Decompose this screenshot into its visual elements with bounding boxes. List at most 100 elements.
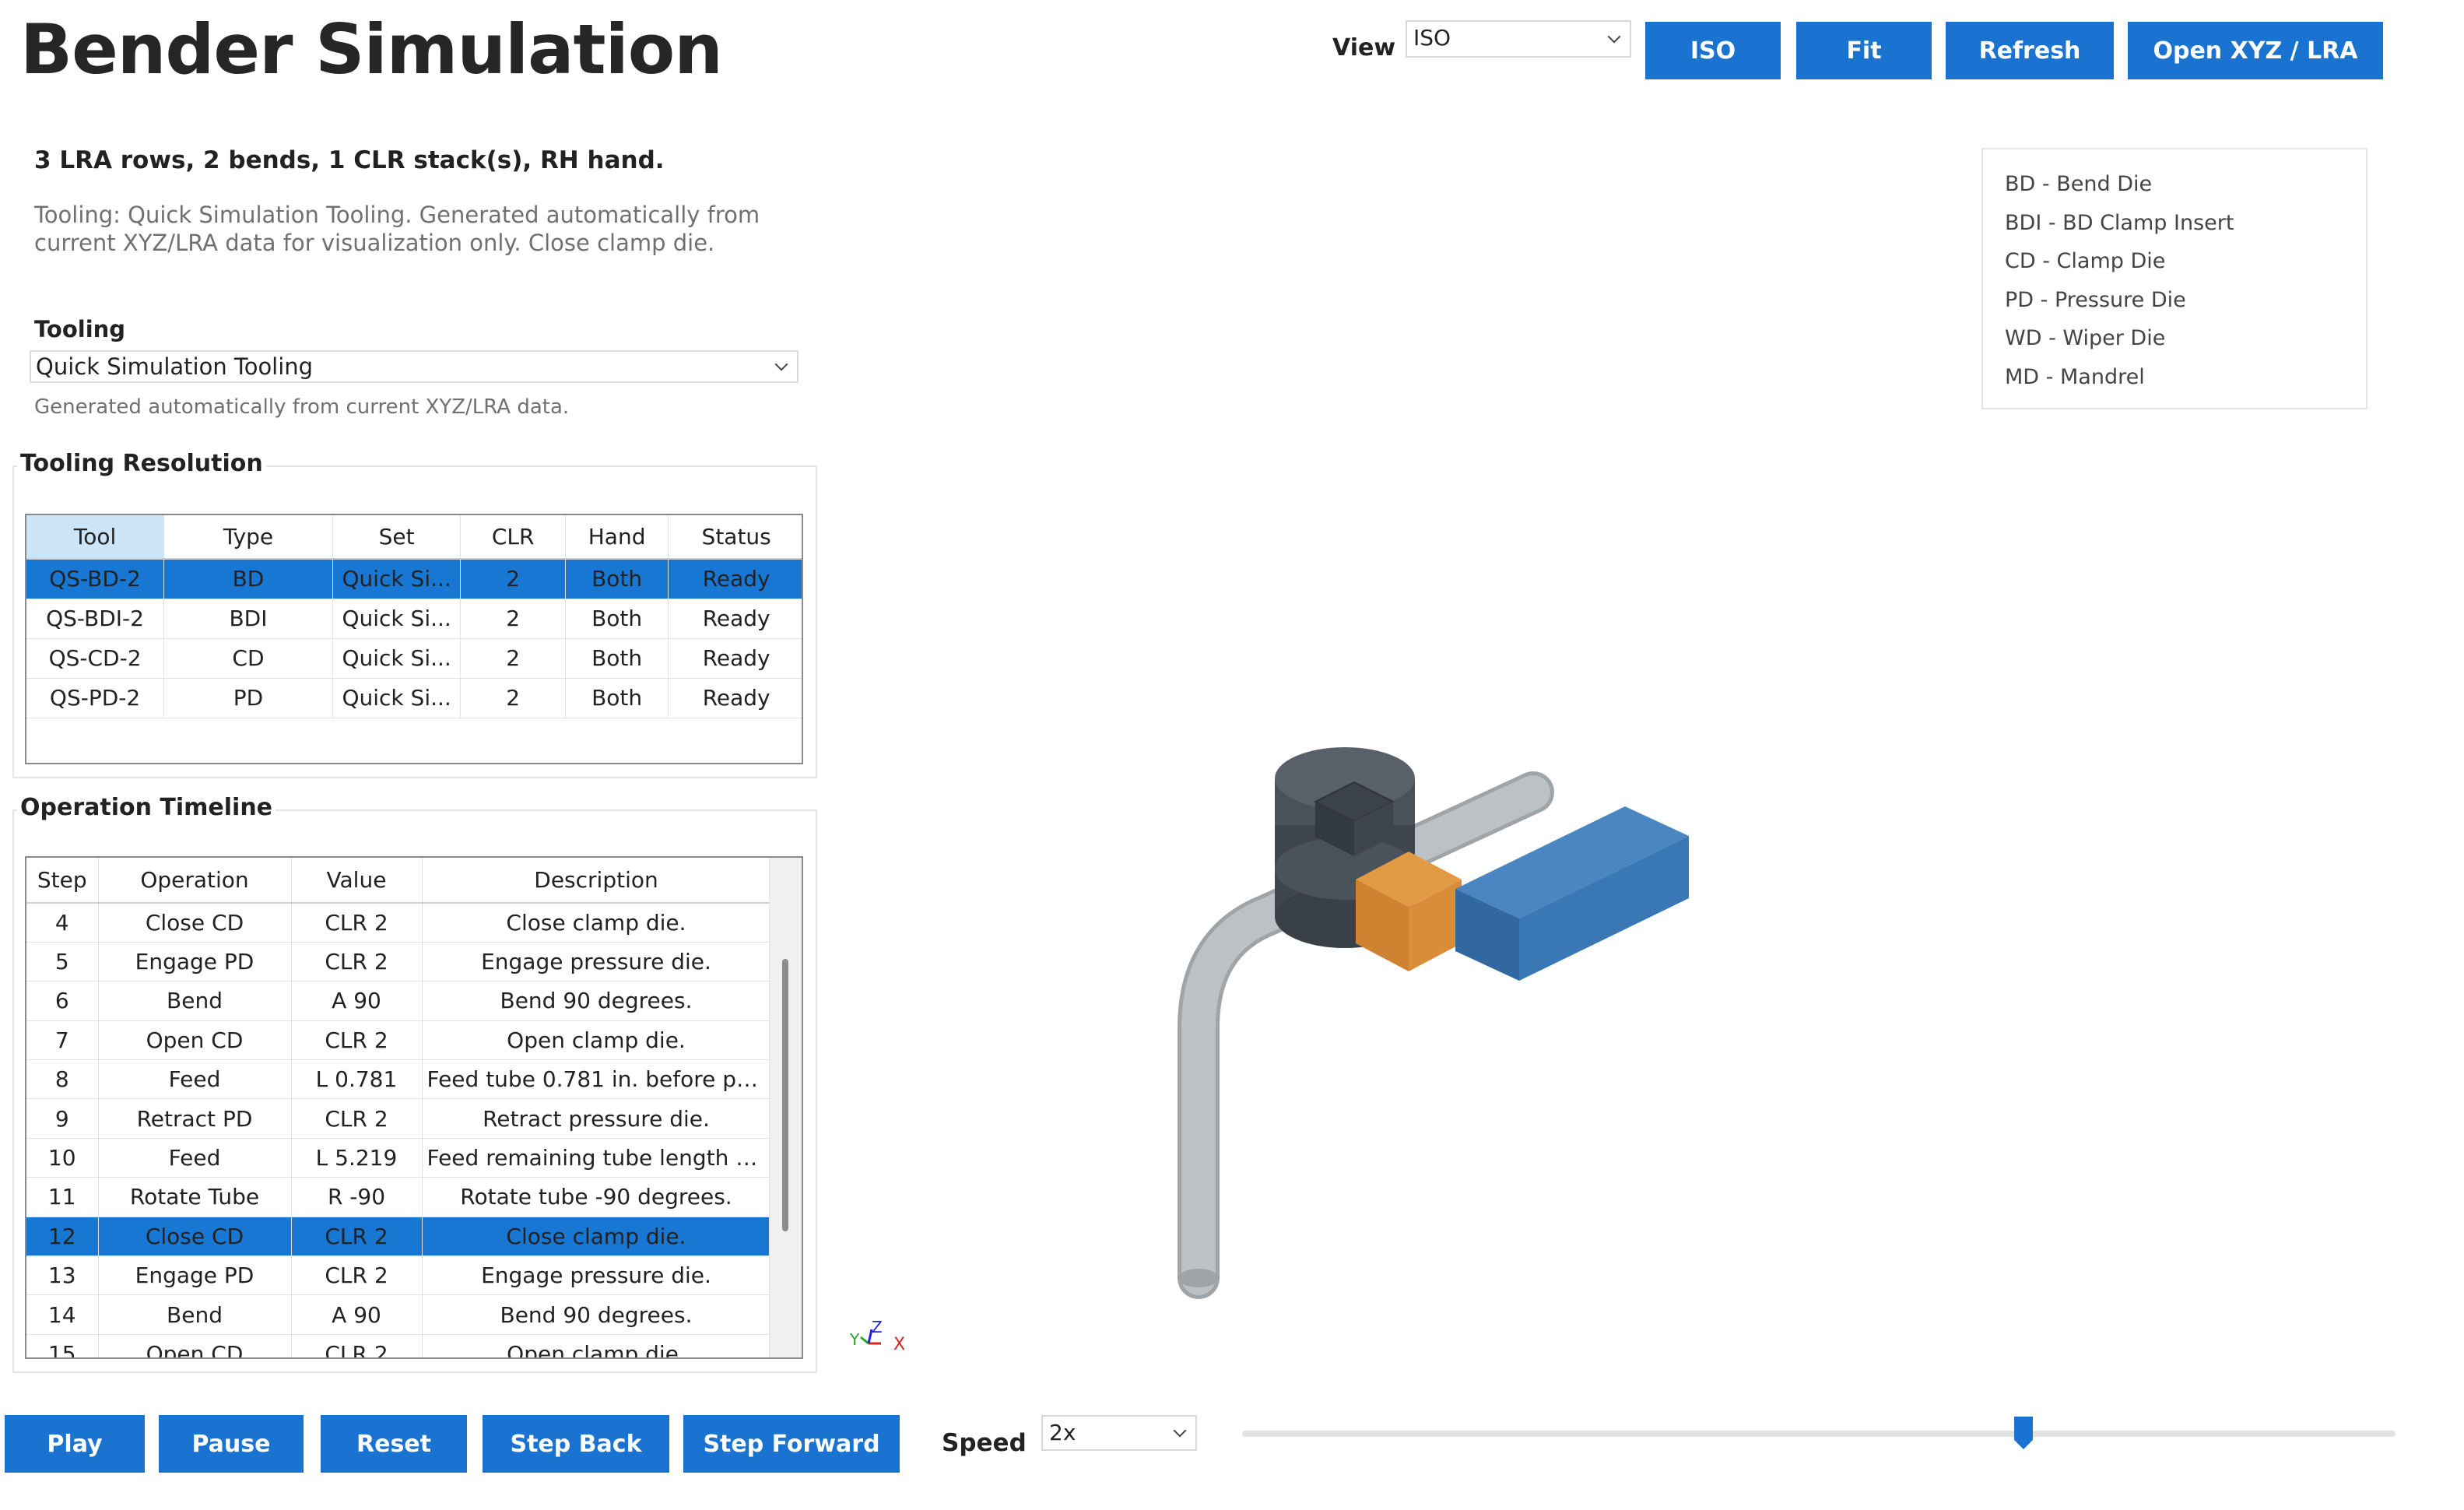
table-row[interactable]: 9 Retract PD CLR 2 Retract pressure die.	[26, 1098, 771, 1139]
table-cell: A 90	[291, 981, 423, 1021]
table-row[interactable]: QS-BD-2 BD Quick Si... 2 Both Ready	[26, 559, 802, 599]
column-header-operation[interactable]: Operation	[98, 858, 292, 904]
table-cell: Engage pressure die.	[422, 1255, 771, 1296]
table-row[interactable]: 15 Open CD CLR 2 Open clamp die.	[26, 1334, 771, 1357]
table-cell: BDI	[163, 599, 333, 639]
table-row[interactable]: 10 Feed L 5.219 Feed remaining tube length …	[26, 1138, 771, 1178]
column-header-value[interactable]: Value	[291, 858, 423, 904]
axis-triad: Y Z X	[849, 1318, 905, 1354]
reset-button[interactable]: Reset	[321, 1415, 467, 1473]
iso-button[interactable]: ISO	[1645, 22, 1781, 79]
table-cell: CLR 2	[291, 942, 423, 982]
table-row[interactable]: 4 Close CD CLR 2 Close clamp die.	[26, 903, 771, 943]
table-cell: Engage PD	[98, 942, 292, 982]
table-cell: 8	[26, 1059, 99, 1100]
table-cell: Close clamp die.	[422, 1217, 771, 1257]
table-row[interactable]: 11 Rotate Tube R -90 Rotate tube -90 degree…	[26, 1177, 771, 1217]
chevron-down-icon	[774, 357, 788, 371]
tooling-select[interactable]: Quick Simulation Tooling	[30, 350, 799, 383]
table-cell: CLR 2	[291, 1020, 423, 1061]
table-cell: Quick Si...	[332, 638, 462, 679]
column-header-description[interactable]: Description	[422, 858, 771, 904]
table-cell: BD	[163, 559, 333, 599]
view-select-value: ISO	[1413, 25, 1451, 51]
table-cell: L 0.781	[291, 1059, 423, 1100]
table-row[interactable]: QS-PD-2 PD Quick Si... 2 Both Ready	[26, 678, 802, 718]
speed-select[interactable]: 2x	[1041, 1415, 1197, 1451]
pause-button[interactable]: Pause	[159, 1415, 304, 1473]
operation-timeline-title: Operation Timeline	[17, 794, 276, 821]
table-row[interactable]: QS-CD-2 CD Quick Si... 2 Both Ready	[26, 638, 802, 679]
tooling-note: Generated automatically from current XYZ…	[34, 395, 570, 419]
table-cell: 15	[26, 1334, 99, 1357]
table-cell: Ready	[668, 559, 802, 599]
timeline-slider-thumb[interactable]	[2013, 1415, 2034, 1451]
column-header-type[interactable]: Type	[163, 515, 333, 560]
axis-z-label: Z	[872, 1318, 883, 1336]
tooling-label: Tooling	[34, 316, 126, 342]
speed-select-value: 2x	[1049, 1420, 1076, 1445]
view-select[interactable]: ISO	[1406, 20, 1631, 58]
column-header-hand[interactable]: Hand	[565, 515, 669, 560]
view-label: View	[1332, 34, 1396, 61]
table-cell: 2	[460, 559, 566, 599]
table-cell: R -90	[291, 1177, 423, 1217]
table-cell: Quick Si...	[332, 559, 462, 599]
table-row[interactable]: 12 Close CD CLR 2 Close clamp die.	[26, 1217, 771, 1257]
tool-legend: BD - Bend Die BDI - BD Clamp Insert CD -…	[1981, 148, 2367, 409]
table-cell: Both	[565, 638, 669, 679]
legend-item: MD - Mandrel	[2005, 364, 2145, 389]
step-back-button[interactable]: Step Back	[483, 1415, 669, 1473]
table-row[interactable]: QS-BDI-2 BDI Quick Si... 2 Both Ready	[26, 599, 802, 639]
column-header-clr[interactable]: CLR	[460, 515, 566, 560]
table-row[interactable]: 13 Engage PD CLR 2 Engage pressure die.	[26, 1255, 771, 1296]
fit-button[interactable]: Fit	[1796, 22, 1932, 79]
table-cell: Ready	[668, 599, 802, 639]
play-button[interactable]: Play	[5, 1415, 145, 1473]
table-row[interactable]: 5 Engage PD CLR 2 Engage pressure die.	[26, 942, 771, 982]
table-cell: Ready	[668, 638, 802, 679]
column-header-step[interactable]: Step	[26, 858, 99, 904]
table-row[interactable]: 14 Bend A 90 Bend 90 degrees.	[26, 1294, 771, 1335]
table-row[interactable]: 6 Bend A 90 Bend 90 degrees.	[26, 981, 771, 1021]
table-cell: 14	[26, 1294, 99, 1335]
table-cell: CLR 2	[291, 903, 423, 943]
table-cell: 9	[26, 1098, 99, 1139]
table-row[interactable]: 8 Feed L 0.781 Feed tube 0.781 in. before p…	[26, 1059, 771, 1100]
step-forward-button[interactable]: Step Forward	[683, 1415, 900, 1473]
timeline-slider-track[interactable]	[1242, 1431, 2396, 1437]
table-cell: Quick Si...	[332, 678, 462, 718]
table-cell: 2	[460, 678, 566, 718]
column-header-status[interactable]: Status	[668, 515, 802, 560]
summary-headline: 3 LRA rows, 2 bends, 1 CLR stack(s), RH …	[34, 146, 665, 174]
axis-x-label: X	[893, 1335, 905, 1354]
legend-item: BD - Bend Die	[2005, 172, 2153, 196]
table-cell: Open CD	[98, 1020, 292, 1061]
table-cell: 12	[26, 1217, 99, 1257]
column-header-tool[interactable]: Tool	[26, 515, 165, 560]
legend-item: PD - Pressure Die	[2005, 287, 2186, 312]
speed-label: Speed	[942, 1429, 1027, 1457]
table-cell: Feed remaining tube length 5.2...	[422, 1138, 771, 1178]
table-cell: Both	[565, 559, 669, 599]
refresh-button[interactable]: Refresh	[1946, 22, 2114, 79]
table-cell: Quick Si...	[332, 599, 462, 639]
simulation-viewport[interactable]	[833, 436, 1689, 1370]
table-cell: QS-BDI-2	[26, 599, 165, 639]
table-cell: 5	[26, 942, 99, 982]
table-cell: Both	[565, 678, 669, 718]
table-cell: CD	[163, 638, 333, 679]
legend-item: CD - Clamp Die	[2005, 249, 2166, 274]
tooling-resolution-table[interactable]: Tool Type Set CLR Hand Status QS-BD-2 BD…	[25, 514, 803, 764]
table-cell: Feed	[98, 1059, 292, 1100]
table-cell: L 5.219	[291, 1138, 423, 1178]
table-cell: Close CD	[98, 903, 292, 943]
tube-end	[1178, 1269, 1219, 1287]
table-row[interactable]: 7 Open CD CLR 2 Open clamp die.	[26, 1020, 771, 1061]
scrollbar-thumb[interactable]	[782, 959, 788, 1231]
timeline-scrollbar[interactable]	[769, 858, 802, 1357]
operation-timeline-table[interactable]: Step Operation Value Description 4 Close …	[25, 856, 803, 1359]
column-header-set[interactable]: Set	[332, 515, 462, 560]
open-xyz-lra-button[interactable]: Open XYZ / LRA	[2128, 22, 2383, 79]
table-cell: Engage PD	[98, 1255, 292, 1296]
